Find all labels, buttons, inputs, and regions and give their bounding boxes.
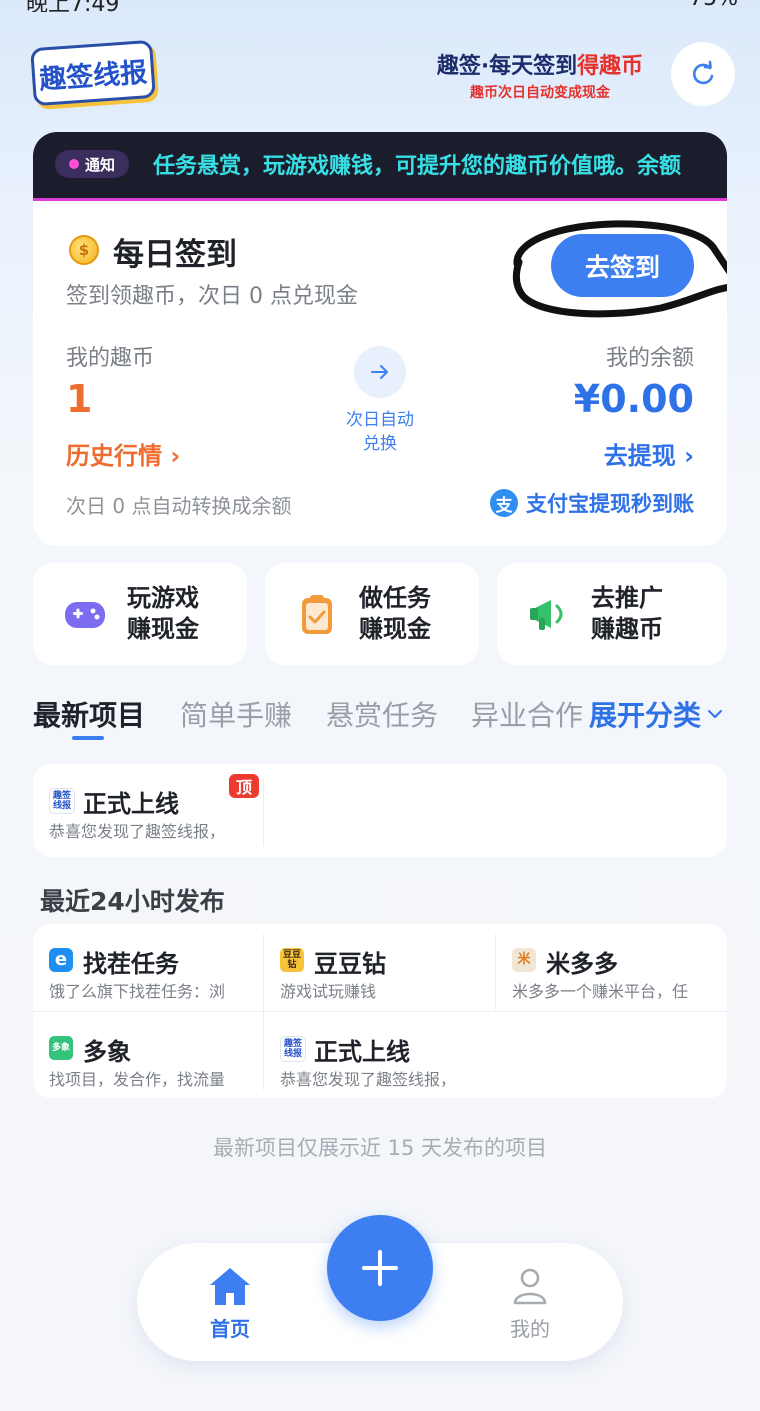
doudouzuan-icon: 豆豆钻 xyxy=(280,948,304,972)
balance-value: ¥0.00 xyxy=(573,377,694,421)
quick-action-games[interactable]: 玩游戏 赚现金 xyxy=(33,563,247,665)
slogan-line1-highlight: 得趣币 xyxy=(577,54,644,79)
nav-home[interactable]: 首页 xyxy=(185,1265,275,1342)
tab-active-indicator xyxy=(72,736,104,740)
signin-subtitle: 签到领趣币，次日 0 点兑现金 xyxy=(66,284,358,309)
refresh-icon xyxy=(692,60,714,85)
nav-home-label: 首页 xyxy=(210,1317,250,1341)
clipboard-icon xyxy=(302,595,332,634)
recent-projects-grid: e 找茬任务 饿了么旗下找茬任务：浏 豆豆钻 豆豆钻 游戏试玩赚钱 米 米多多 … xyxy=(33,924,727,1098)
chevron-down-icon xyxy=(708,710,723,718)
nav-mine-label: 我的 xyxy=(510,1317,550,1341)
project-logo-icon: 趣签线报 xyxy=(280,1036,306,1062)
slogan-line1: 趣签·每天签到 xyxy=(436,54,578,79)
add-button[interactable] xyxy=(327,1215,433,1321)
withdraw-link[interactable]: 去提现 › xyxy=(604,436,694,471)
coin-icon: $ xyxy=(69,235,99,265)
alipay-withdraw[interactable]: 支 支付宝提现秒到账 xyxy=(490,488,694,518)
recent-item-title: 豆豆钻 xyxy=(314,950,386,978)
recent-item-launch[interactable]: 趣签线报 正式上线 恭喜您发现了趣签线报， xyxy=(264,1012,495,1098)
recent-item-title: 正式上线 xyxy=(314,1038,410,1066)
doudouzuan-icon-text: 豆豆钻 xyxy=(282,950,301,970)
signin-card: 通知 任务悬赏，玩游戏赚钱，可提升您的趣币价值哦。余额 $ 每日签到 签到领趣币… xyxy=(33,132,727,546)
status-battery: 75% xyxy=(689,0,738,11)
duoxiang-icon-text: 多象 xyxy=(51,1043,70,1053)
divider xyxy=(263,778,264,846)
recent-item-desc: 饿了么旗下找茬任务：浏 xyxy=(49,982,226,1001)
recent-section-title: 最近24小时发布 xyxy=(40,887,225,916)
recent-item-title: 找茬任务 xyxy=(83,950,179,978)
miduoduo-icon: 米 xyxy=(512,948,536,972)
auto-exchange-label: 次日自动兑换 xyxy=(346,410,414,454)
balance-label: 我的余额 xyxy=(605,346,694,371)
miduoduo-icon-text: 米 xyxy=(517,952,531,967)
home-icon xyxy=(210,1268,250,1305)
alipay-label: 支付宝提现秒到账 xyxy=(526,492,694,516)
coins-label: 我的趣币 xyxy=(66,346,155,371)
pinned-badge: 顶 xyxy=(229,774,259,798)
duoxiang-icon: 多象 xyxy=(49,1036,73,1060)
list-footnote: 最新项目仅展示近 15 天发布的项目 xyxy=(212,1136,548,1160)
tab-cooperation[interactable]: 异业合作 xyxy=(471,694,583,734)
exchange-note: 次日 0 点自动转换成余额 xyxy=(66,494,292,518)
quick-action-promote[interactable]: 去推广 赚趣币 xyxy=(497,563,727,665)
tab-simple[interactable]: 简单手赚 xyxy=(180,694,292,734)
quick-action-promote-line2: 赚趣币 xyxy=(591,615,663,643)
notice-message: 任务悬赏，玩游戏赚钱，可提升您的趣币价值哦。余额 xyxy=(153,154,682,179)
launch-icon-text: 趣签线报 xyxy=(283,1039,302,1059)
expand-categories-button[interactable]: 展开分类 xyxy=(589,694,725,734)
megaphone-icon xyxy=(530,600,563,630)
recent-item-title: 米多多 xyxy=(546,950,618,978)
history-link[interactable]: 历史行情 › xyxy=(66,436,180,471)
slogan-line2: 趣币次日自动变成现金 xyxy=(470,85,610,101)
user-icon xyxy=(513,1268,547,1305)
zhaocha-icon: e xyxy=(49,948,73,972)
featured-title: 正式上线 xyxy=(83,790,179,818)
project-logo-icon: 趣签线报 xyxy=(49,788,75,814)
recent-item-desc: 找项目，发合作，找流量 xyxy=(49,1070,226,1089)
quick-action-tasks-line1: 做任务 xyxy=(359,584,431,612)
coins-value: 1 xyxy=(66,377,93,421)
expand-categories-label: 展开分类 xyxy=(589,699,702,732)
quick-action-tasks-line2: 赚现金 xyxy=(359,615,431,643)
app-logo: 趣签线报 xyxy=(30,39,156,107)
quick-action-promote-line1: 去推广 xyxy=(591,584,663,612)
tab-latest[interactable]: 最新项目 xyxy=(33,694,145,734)
featured-project[interactable]: 趣签线报 正式上线 顶 恭喜您发现了趣签线报， xyxy=(33,764,727,857)
refresh-button[interactable] xyxy=(671,42,735,106)
gamepad-icon xyxy=(65,602,105,628)
logo-text: 趣签线报 xyxy=(38,56,149,96)
nav-mine[interactable]: 我的 xyxy=(485,1265,575,1342)
recent-item-duoxiang[interactable]: 多象 多象 找项目，发合作，找流量 xyxy=(33,1012,263,1098)
quick-action-tasks[interactable]: 做任务 赚现金 xyxy=(265,563,479,665)
recent-item-miduoduo[interactable]: 米 米多多 米多多一个赚米平台，任 xyxy=(496,924,727,1011)
zhaocha-icon-text: e xyxy=(54,949,68,970)
recent-item-zhaocha[interactable]: e 找茬任务 饿了么旗下找茬任务：浏 xyxy=(33,924,263,1011)
recent-item-desc: 米多多一个赚米平台，任 xyxy=(512,982,689,1001)
notice-bar[interactable]: 通知 任务悬赏，玩游戏赚钱，可提升您的趣币价值哦。余额 xyxy=(33,132,727,201)
featured-icon-text: 趣签线报 xyxy=(52,791,71,811)
quick-action-games-line2: 赚现金 xyxy=(127,615,199,643)
quick-action-games-line1: 玩游戏 xyxy=(127,584,199,612)
alipay-icon: 支 xyxy=(490,489,518,517)
plus-icon xyxy=(362,1250,398,1286)
signin-title: 每日签到 xyxy=(113,237,237,273)
tab-bounty[interactable]: 悬赏任务 xyxy=(326,694,438,734)
status-bar: 晚上7:49 75% xyxy=(0,0,760,12)
recent-item-doudouzuan[interactable]: 豆豆钻 豆豆钻 游戏试玩赚钱 xyxy=(264,924,495,1011)
featured-desc: 恭喜您发现了趣签线报， xyxy=(49,822,226,841)
circle-annotation-icon xyxy=(512,220,727,318)
recent-item-desc: 恭喜您发现了趣签线报， xyxy=(280,1070,457,1089)
arrow-right-icon xyxy=(371,365,388,379)
notice-dot-icon xyxy=(68,159,79,169)
recent-item-title: 多象 xyxy=(83,1038,131,1066)
header-slogan: 趣签·每天签到得趣币 趣币次日自动变成现金 xyxy=(430,48,650,102)
exchange-arrow xyxy=(354,346,406,398)
recent-item-desc: 游戏试玩赚钱 xyxy=(280,982,377,1001)
status-time: 晚上7:49 xyxy=(26,0,119,12)
notice-tag-label: 通知 xyxy=(84,155,115,174)
notice-tag: 通知 xyxy=(55,150,129,178)
